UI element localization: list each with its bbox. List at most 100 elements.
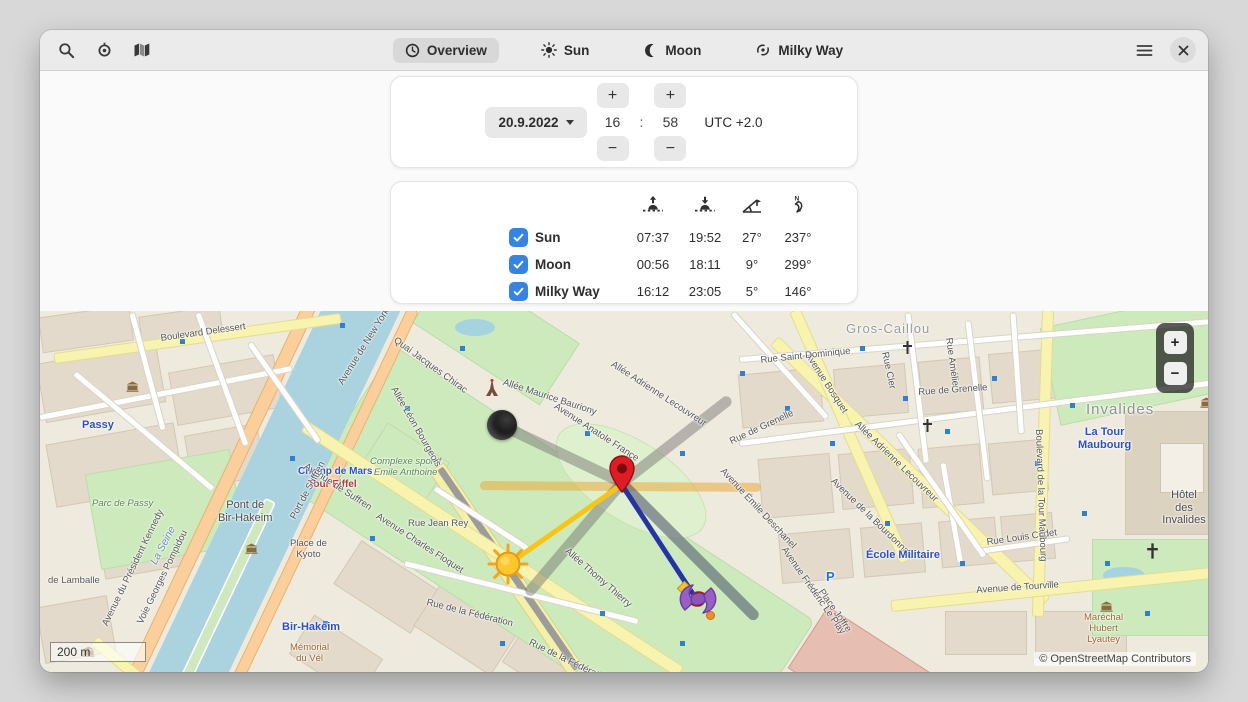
view-switcher: Overview Sun Moon Milky Way [393, 37, 855, 63]
crossing-icon [1070, 403, 1075, 408]
sun-set-time: 19:52 [679, 224, 731, 251]
content-area: 20.9.2022 + 16 − : + 58 − UTC +2.0 [40, 71, 1208, 311]
milkyway-rise-time: 16:12 [627, 278, 679, 305]
museum-icon [126, 381, 139, 392]
date-picker-button[interactable]: 20.9.2022 [485, 107, 586, 138]
crossing-icon [830, 441, 835, 446]
fountain-pond [455, 319, 495, 336]
museum-icon [1200, 397, 1208, 408]
map-label-invalides: Invalides [1086, 401, 1154, 418]
crossing-icon [1105, 561, 1110, 566]
crossing-icon [992, 376, 997, 381]
minute-decrement-button[interactable]: − [654, 136, 686, 161]
map-label-passy: Passy [82, 419, 114, 431]
zoom-out-button[interactable]: − [1164, 362, 1187, 385]
sun-rise-time: 07:37 [627, 224, 679, 251]
crossing-icon [1145, 611, 1150, 616]
hour-increment-button[interactable]: + [597, 83, 629, 108]
search-icon [58, 42, 75, 59]
map-label-bir-hakeim: Bir-Hakeim [282, 621, 340, 633]
map-icon [133, 42, 151, 58]
crossing-icon [290, 456, 295, 461]
hour-value[interactable]: 16 [597, 111, 629, 133]
map-scale-bar: 200 m [50, 642, 146, 662]
clock-icon [405, 43, 420, 58]
eiffel-tower-icon [485, 379, 499, 397]
tab-overview[interactable]: Overview [393, 38, 499, 63]
tab-milkyway[interactable]: Milky Way [743, 37, 855, 63]
church-cross-icon [1146, 543, 1159, 559]
locate-button[interactable] [90, 36, 118, 64]
tab-moon[interactable]: Moon [631, 38, 713, 63]
header-bar: Overview Sun Moon Milky Way [40, 30, 1208, 71]
tab-milkyway-label: Milky Way [778, 43, 843, 58]
menu-button[interactable] [1130, 36, 1158, 64]
sun-icon [541, 42, 557, 58]
map-button[interactable] [128, 36, 156, 64]
parking-icon: P [826, 569, 835, 584]
sun-azimuth: 237° [773, 224, 823, 251]
milkyway-icon [755, 42, 771, 58]
row-name: Moon [533, 251, 627, 278]
map-label-marechal-lyautey: Maréchal Hubert Lyautey [1084, 613, 1123, 646]
moon-marker[interactable] [487, 410, 517, 440]
map-label-hotel-des-invalides: Hôtel des Invalides [1160, 489, 1208, 527]
zoom-in-button[interactable]: + [1164, 331, 1187, 354]
moon-altitude: 9° [731, 251, 773, 278]
time-colon: : [640, 114, 644, 130]
hour-spinner: + 16 − [597, 83, 629, 161]
hamburger-icon [1136, 44, 1153, 57]
museum-icon [245, 543, 258, 554]
row-name: Sun [533, 224, 627, 251]
search-button[interactable] [52, 36, 80, 64]
crossing-icon [960, 561, 965, 566]
milkyway-marker[interactable] [675, 576, 721, 622]
close-icon [1178, 45, 1189, 56]
date-label: 20.9.2022 [498, 115, 558, 130]
milkyway-visibility-checkbox[interactable] [509, 282, 528, 301]
close-button[interactable] [1170, 37, 1196, 63]
minute-increment-button[interactable]: + [654, 83, 686, 108]
sun-marker[interactable] [487, 543, 529, 585]
building-block [945, 611, 1027, 655]
rise-icon [627, 188, 679, 224]
museum-icon [1100, 601, 1113, 612]
map-label-parc-de-passy: Parc de Passy [92, 499, 153, 510]
building-block [758, 453, 835, 519]
map-label-rue-jean-rey: Rue Jean Rey [408, 518, 468, 529]
crossing-icon [945, 429, 950, 434]
map-attribution: © OpenStreetMap Contributors [1034, 652, 1196, 666]
moon-icon [643, 43, 658, 58]
crossing-icon [600, 611, 605, 616]
app-window: Overview Sun Moon Milky Way [40, 30, 1208, 672]
minute-value[interactable]: 58 [654, 111, 686, 133]
row-name: Milky Way [533, 278, 627, 305]
tab-overview-label: Overview [427, 43, 487, 58]
tab-sun[interactable]: Sun [529, 37, 602, 63]
azimuth-icon: N [773, 188, 823, 224]
invalides-courtyard [1160, 443, 1204, 493]
crossing-icon [500, 641, 505, 646]
map-label-ecole-militaire: École Militaire [866, 549, 940, 561]
crossing-icon [680, 641, 685, 646]
minute-spinner: + 58 − [654, 83, 686, 161]
dropdown-arrow-icon [566, 120, 574, 125]
crossing-icon [370, 536, 375, 541]
map-canvas[interactable]: P [40, 311, 1208, 672]
map-label-de-lamballe: de Lamballe [48, 575, 100, 586]
hour-decrement-button[interactable]: − [597, 136, 629, 161]
moon-visibility-checkbox[interactable] [509, 255, 528, 274]
crossing-icon [1082, 511, 1087, 516]
tab-moon-label: Moon [665, 43, 701, 58]
ephemeris-card: N Sun 07:37 19:52 27° 237° Moon 00:56 18… [390, 181, 858, 304]
altitude-icon [731, 188, 773, 224]
ephemeris-table: N Sun 07:37 19:52 27° 237° Moon 00:56 18… [503, 188, 857, 305]
map-label-memorial-du-vel: Mémorial du Vél [290, 643, 329, 665]
sun-visibility-checkbox[interactable] [509, 228, 528, 247]
church-cross-icon [902, 341, 913, 354]
crossing-icon [860, 346, 865, 351]
locate-icon [96, 42, 113, 59]
map-zoom-controls: + − [1156, 323, 1194, 393]
church-cross-icon [922, 419, 933, 432]
sun-altitude: 27° [731, 224, 773, 251]
